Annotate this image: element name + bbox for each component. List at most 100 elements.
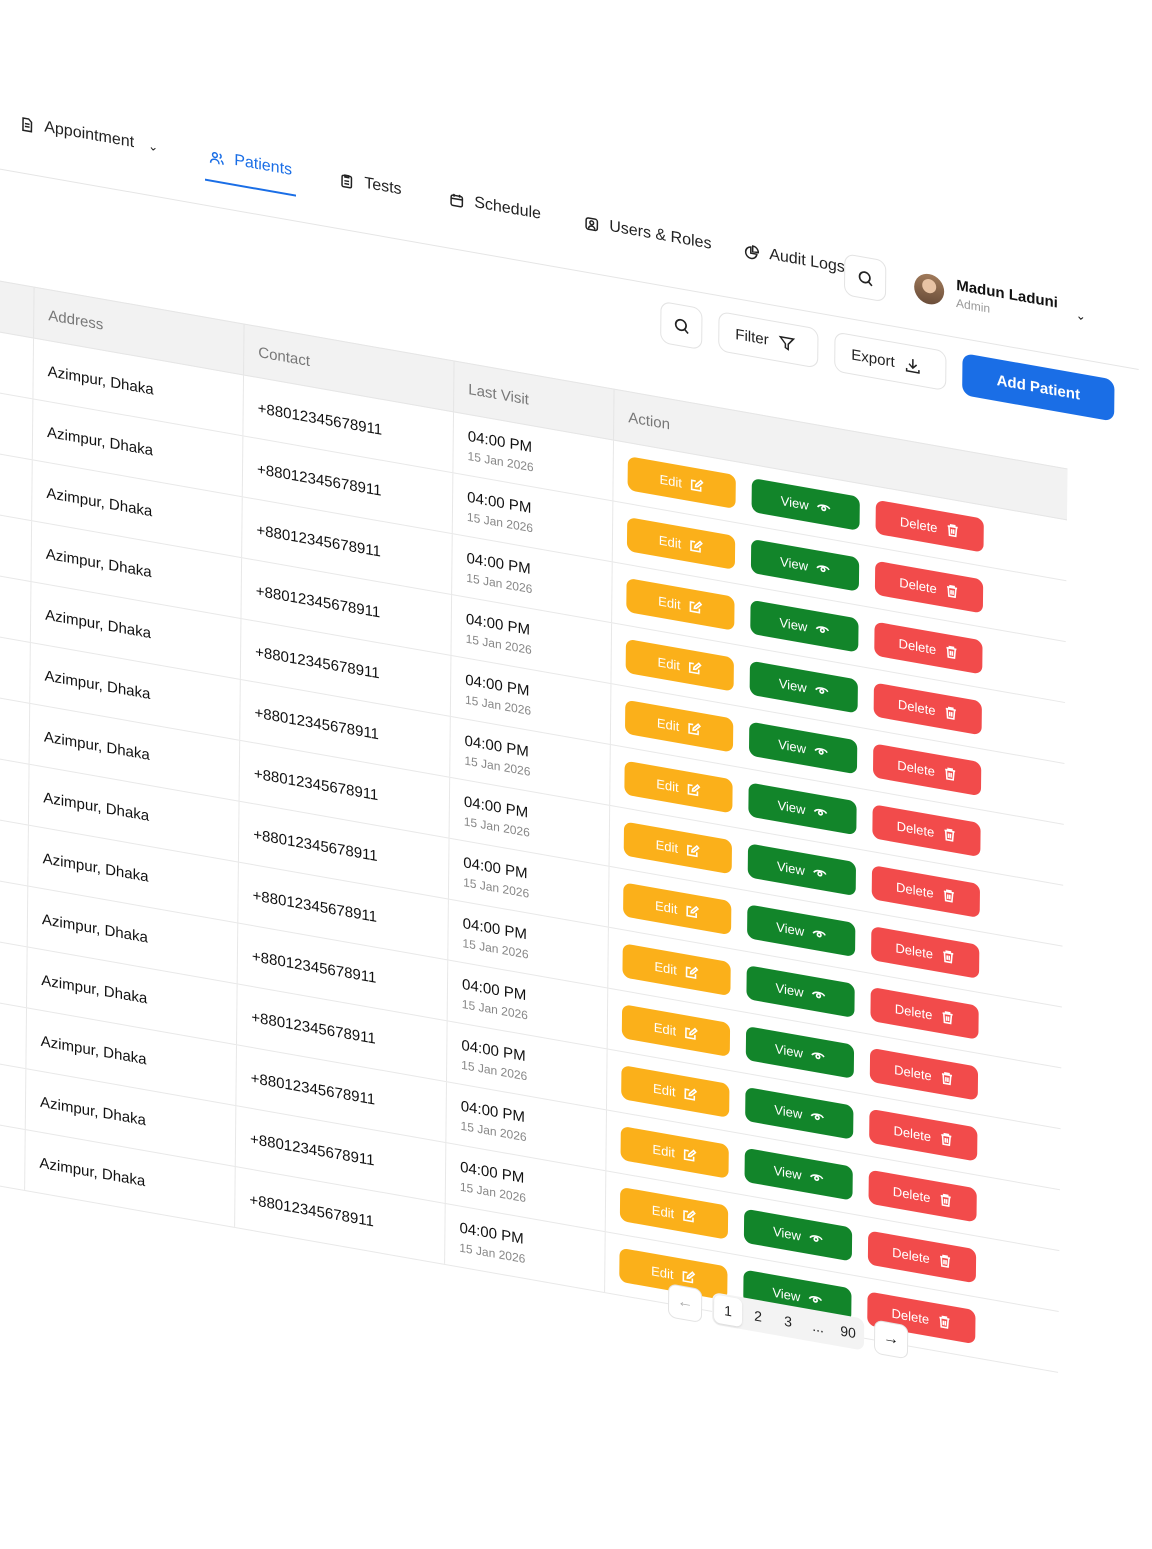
page-1-button[interactable]: 1 xyxy=(713,1294,743,1328)
edit-icon xyxy=(687,783,701,797)
user-square-icon xyxy=(585,216,599,231)
delete-button[interactable]: Delete xyxy=(871,925,980,979)
view-button[interactable]: View xyxy=(745,1086,854,1140)
nav-item-appointment[interactable]: Appointment ⌄ xyxy=(19,114,158,156)
delete-button[interactable]: Delete xyxy=(873,682,982,736)
nav-item-schedule[interactable]: Schedule xyxy=(449,190,541,224)
search-icon xyxy=(858,270,873,286)
eye-icon xyxy=(811,1052,825,1060)
view-button[interactable]: View xyxy=(747,904,856,958)
view-button[interactable]: View xyxy=(750,538,860,592)
edit-icon xyxy=(683,1210,697,1223)
delete-button[interactable]: Delete xyxy=(871,865,981,919)
trash-icon xyxy=(945,706,956,720)
page-90-button[interactable]: 90 xyxy=(834,1315,862,1348)
edit-button[interactable]: Edit xyxy=(623,821,733,875)
trash-icon xyxy=(940,1193,951,1207)
nav-item-tests[interactable]: Tests xyxy=(339,170,402,199)
filter-icon xyxy=(779,335,796,351)
delete-button[interactable]: Delete xyxy=(874,560,984,614)
view-button[interactable]: View xyxy=(746,965,855,1018)
eye-icon xyxy=(808,1296,823,1303)
eye-icon xyxy=(811,991,826,999)
page-ellipsis: ... xyxy=(812,1317,825,1336)
column-header-blank xyxy=(0,271,34,338)
trash-icon xyxy=(944,828,955,842)
eye-icon xyxy=(812,930,826,938)
eye-icon xyxy=(809,1235,823,1242)
page-2-button[interactable]: 2 xyxy=(744,1300,772,1333)
delete-button[interactable]: Delete xyxy=(872,743,982,797)
edit-icon xyxy=(684,1088,698,1101)
edit-icon xyxy=(687,844,700,858)
eye-icon xyxy=(815,687,829,694)
edit-button[interactable]: Edit xyxy=(624,760,733,814)
edit-icon xyxy=(690,540,704,553)
edit-icon xyxy=(682,1271,696,1284)
edit-button[interactable]: Edit xyxy=(626,577,735,631)
edit-button[interactable]: Edit xyxy=(625,638,734,692)
delete-button[interactable]: Delete xyxy=(869,1108,978,1162)
edit-icon xyxy=(685,966,699,980)
view-button[interactable]: View xyxy=(748,721,858,775)
table-search-button[interactable] xyxy=(660,300,703,351)
edit-button[interactable]: Edit xyxy=(620,1125,729,1179)
delete-button[interactable]: Delete xyxy=(875,499,984,553)
users-icon xyxy=(209,151,224,165)
edit-icon xyxy=(691,479,704,492)
chevron-down-icon: ⌄ xyxy=(1075,307,1086,324)
eye-icon xyxy=(816,565,830,573)
delete-button[interactable]: Delete xyxy=(874,621,983,675)
delete-button[interactable]: Delete xyxy=(867,1230,977,1284)
search-icon xyxy=(674,318,689,334)
nav-item-users-roles[interactable]: Users & Roles xyxy=(584,213,712,253)
view-button[interactable]: View xyxy=(748,782,857,836)
eye-icon xyxy=(810,1113,824,1121)
delete-button[interactable]: Delete xyxy=(872,804,981,858)
clipboard-icon xyxy=(341,173,353,189)
edit-button[interactable]: Edit xyxy=(621,1004,731,1058)
view-button[interactable]: View xyxy=(743,1208,853,1262)
edit-button[interactable]: Edit xyxy=(621,1065,730,1118)
edit-icon xyxy=(689,601,703,614)
edit-button[interactable]: Edit xyxy=(626,516,736,570)
filter-button[interactable]: Filter xyxy=(718,311,819,369)
avatar xyxy=(914,271,945,307)
trash-icon xyxy=(946,584,957,599)
delete-button[interactable]: Delete xyxy=(869,1047,979,1101)
prev-page-button[interactable]: ← xyxy=(667,1283,703,1324)
trash-icon xyxy=(944,767,955,781)
trash-icon xyxy=(946,645,957,659)
edit-icon xyxy=(686,905,700,919)
page-3-button[interactable]: 3 xyxy=(774,1305,802,1338)
trash-icon xyxy=(941,1132,952,1147)
app-scene: Appointment ⌄ Patients Tests Schedule Us… xyxy=(0,40,1140,1549)
nav-item-patients[interactable]: Patients xyxy=(205,147,296,197)
edit-button[interactable]: Edit xyxy=(623,882,732,936)
delete-button[interactable]: Delete xyxy=(868,1169,977,1223)
add-patient-button[interactable]: Add Patient xyxy=(962,352,1115,422)
global-search-button[interactable] xyxy=(843,253,887,303)
view-button[interactable]: View xyxy=(749,660,858,714)
trash-icon xyxy=(943,950,954,964)
nav-item-audit-logs[interactable]: Audit Logs xyxy=(744,242,845,278)
view-button[interactable]: View xyxy=(747,843,857,897)
edit-icon xyxy=(689,662,702,675)
document-icon xyxy=(22,116,33,133)
edit-button[interactable]: Edit xyxy=(624,699,734,753)
view-button[interactable]: View xyxy=(744,1147,853,1201)
edit-button[interactable]: Edit xyxy=(622,943,731,997)
export-button[interactable]: Export xyxy=(834,331,947,392)
next-page-button[interactable]: → xyxy=(873,1319,909,1360)
view-button[interactable]: View xyxy=(745,1025,855,1079)
active-tab-underline xyxy=(205,178,296,197)
edit-button[interactable]: Edit xyxy=(627,456,736,510)
pie-chart-icon xyxy=(744,244,760,259)
chevron-down-icon: ⌄ xyxy=(148,138,159,155)
view-button[interactable]: View xyxy=(751,477,860,531)
edit-button[interactable]: Edit xyxy=(619,1186,729,1240)
eye-icon xyxy=(809,1174,824,1181)
view-button[interactable]: View xyxy=(750,599,859,653)
eye-icon xyxy=(814,748,828,755)
delete-button[interactable]: Delete xyxy=(870,986,979,1040)
